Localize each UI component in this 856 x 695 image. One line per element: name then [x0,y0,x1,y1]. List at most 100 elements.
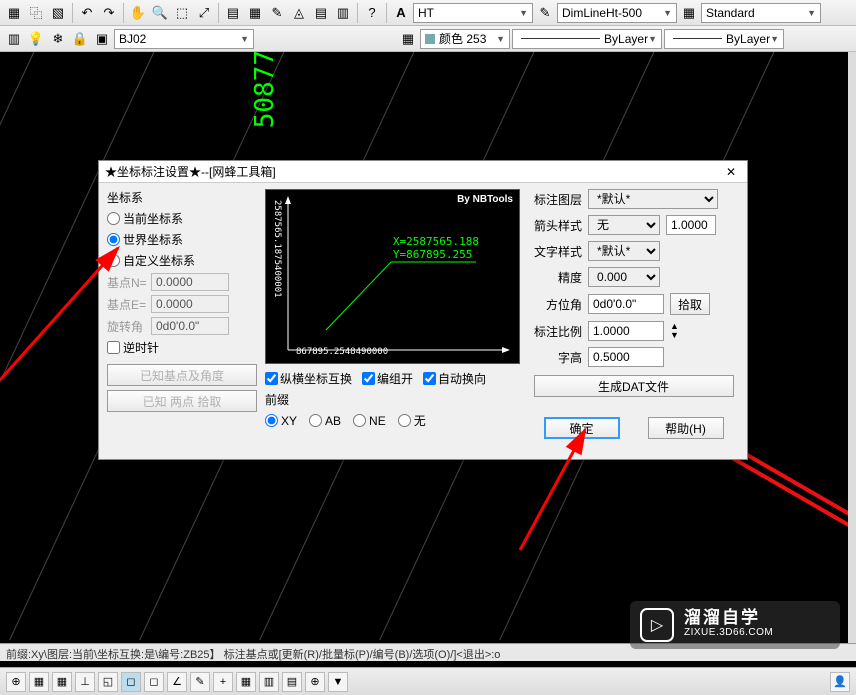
tool-icon[interactable]: ▤ [311,3,331,23]
text-style-icon[interactable]: A [391,3,411,23]
chevron-down-icon: ▼ [519,8,528,18]
group-checkbox[interactable]: 编组开 [362,370,413,387]
ok-button[interactable]: 确定 [544,417,620,439]
layer-icon[interactable]: ▥ [4,29,24,49]
color-value: 253 [466,32,486,46]
status-btn[interactable]: + [213,672,233,692]
checkbox-input[interactable] [107,341,120,354]
preview-panel: By NBTools 2587565.1875400001 867895.254… [265,189,520,453]
tool-icon[interactable]: ✎ [267,3,287,23]
tool-icon[interactable]: ❄ [48,29,68,49]
status-btn[interactable]: ▦ [236,672,256,692]
close-icon[interactable]: ✕ [721,165,741,179]
spinner-icon[interactable]: ▲▼ [670,322,679,340]
color-icon[interactable]: ▦ [398,29,418,49]
redo-icon[interactable]: ↷ [99,3,119,23]
drawing-number: 50877 [250,52,280,128]
toolbar-1: ▦ ⿻ ▧ ↶ ↷ ✋ 🔍 ⬚ ⤢ ▤ ▦ ✎ ◬ ▤ ▥ ? A HT ▼ ✎… [0,0,856,26]
watermark-name: 溜溜自学 [684,610,773,625]
dim-style-icon[interactable]: ✎ [535,3,555,23]
radio-custom-cs[interactable]: 自定义坐标系 [107,252,257,269]
pan-icon[interactable]: ✋ [128,3,148,23]
text-style-value: HT [418,6,434,20]
chevron-down-icon: ▼ [496,34,505,44]
gen-dat-button[interactable]: 生成DAT文件 [534,375,734,397]
linetype-value: ByLayer [604,32,648,46]
radio-input[interactable] [107,212,120,225]
status-btn[interactable]: ⊕ [6,672,26,692]
radio-input[interactable] [107,233,120,246]
radio-none[interactable]: 无 [398,412,426,429]
color-swatch [425,34,435,44]
status-btn[interactable]: 👤 [830,672,850,692]
sheet-icon[interactable]: ▦ [245,3,265,23]
azimuth-input[interactable] [588,294,664,314]
ccw-checkbox[interactable]: 逆时针 [107,339,257,356]
status-btn[interactable]: ⊥ [75,672,95,692]
layer-combo[interactable]: BJ02 ▼ [114,29,254,49]
lineweight-combo[interactable]: ByLayer ▼ [664,29,784,49]
tool-icon[interactable]: ▥ [333,3,353,23]
radio-input[interactable] [107,254,120,267]
status-btn[interactable]: ▼ [328,672,348,692]
rotate-label: 旋转角 [107,318,147,335]
linetype-combo[interactable]: ByLayer ▼ [512,29,662,49]
radio-world-cs[interactable]: 世界坐标系 [107,231,257,248]
line-sample [673,38,722,39]
arrow-select[interactable]: 无 [588,215,660,235]
swap-checkbox[interactable]: 纵横坐标互换 [265,370,352,387]
chevron-down-icon: ▼ [663,8,672,18]
scrollbar-vertical[interactable] [848,52,856,659]
zoom-extents-icon[interactable]: ⤢ [194,3,214,23]
chevron-down-icon: ▼ [770,34,779,44]
status-btn[interactable]: ▤ [282,672,302,692]
properties-icon[interactable]: ▤ [223,3,243,23]
status-btn[interactable]: ▥ [259,672,279,692]
dialog-titlebar[interactable]: ★坐标标注设置★--[网蜂工具箱] ✕ [99,161,747,183]
radio-xy[interactable]: XY [265,414,297,428]
tool-icon[interactable]: ⿻ [26,3,46,23]
undo-icon[interactable]: ↶ [77,3,97,23]
scale-input[interactable] [588,321,664,341]
table-style-combo[interactable]: Standard ▼ [701,3,821,23]
status-bar: ⊕ ▦ ▦ ⊥ ◱ ◻ ◻ ∠ ✎ + ▦ ▥ ▤ ⊕ ▼ 👤 [0,667,856,695]
textstyle-select[interactable]: *默认* [588,241,660,261]
status-btn[interactable]: ▦ [29,672,49,692]
status-btn[interactable]: ∠ [167,672,187,692]
watermark-url: ZIXUE.3D66.COM [684,625,773,640]
layer-select[interactable]: *默认* [588,189,718,209]
tool-icon[interactable]: ▦ [4,3,24,23]
layer-iso-icon[interactable]: ▣ [92,29,112,49]
status-btn[interactable]: ◻ [144,672,164,692]
arrow-size-input[interactable] [666,215,716,235]
light-icon[interactable]: 💡 [26,29,46,49]
pick-button[interactable]: 拾取 [670,293,710,315]
zoom-window-icon[interactable]: ⬚ [172,3,192,23]
status-btn[interactable]: ◱ [98,672,118,692]
dialog-title-text: ★坐标标注设置★--[网蜂工具箱] [105,163,276,180]
lock-icon[interactable]: 🔒 [70,29,90,49]
dim-style-combo[interactable]: DimLineHt-500 ▼ [557,3,677,23]
status-btn[interactable]: ✎ [190,672,210,692]
rotate-input [151,317,229,335]
table-style-icon[interactable]: ▦ [679,3,699,23]
zoom-icon[interactable]: 🔍 [150,3,170,23]
coord-system-panel: 坐标系 当前坐标系 世界坐标系 自定义坐标系 基点N= 基点E= [107,189,257,453]
known-two-button: 已知 两点 拾取 [107,390,257,412]
help-button[interactable]: 帮助(H) [648,417,724,439]
tool-icon[interactable]: ◬ [289,3,309,23]
radio-ne[interactable]: NE [353,414,386,428]
status-btn[interactable]: ▦ [52,672,72,692]
height-input[interactable] [588,347,664,367]
text-style-combo[interactable]: HT ▼ [413,3,533,23]
tool-icon[interactable]: ▧ [48,3,68,23]
status-btn[interactable]: ⊕ [305,672,325,692]
radio-ab[interactable]: AB [309,414,341,428]
help-icon[interactable]: ? [362,3,382,23]
radio-current-cs[interactable]: 当前坐标系 [107,210,257,227]
toolbar-2: ▥ 💡 ❄ 🔒 ▣ BJ02 ▼ ▦ 颜色 253 ▼ ByLayer ▼ By… [0,26,856,52]
autowrap-checkbox[interactable]: 自动换向 [423,370,486,387]
status-btn[interactable]: ◻ [121,672,141,692]
color-combo[interactable]: 颜色 253 ▼ [420,29,510,49]
precision-select[interactable]: 0.000 [588,267,660,287]
